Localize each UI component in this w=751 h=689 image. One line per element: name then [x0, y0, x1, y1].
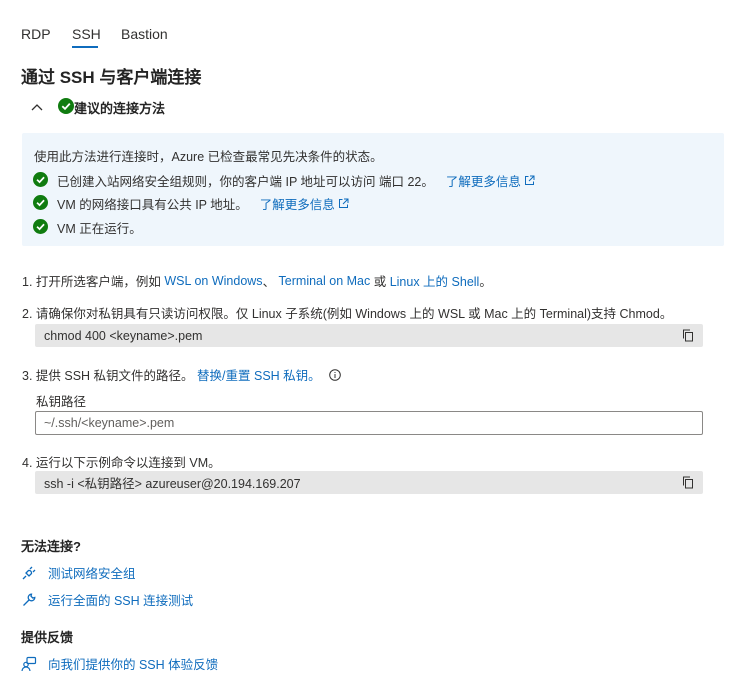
check-item-public-ip: VM 的网络接口具有公共 IP 地址。 了解更多信息: [33, 194, 349, 213]
copy-icon[interactable]: [682, 329, 695, 342]
feedback-heading: 提供反馈: [21, 630, 74, 645]
success-check-icon: [58, 97, 74, 117]
ssh-command-box: ssh -i <私钥路径> azureuser@20.194.169.207: [35, 471, 703, 494]
separator: 或: [370, 275, 390, 289]
feedback-person-icon: [21, 656, 37, 672]
tab-ssh[interactable]: SSH: [72, 26, 101, 42]
step-2: 2. 请确保你对私钥具有只读访问权限。仅 Linux 子系统(例如 Window…: [22, 307, 673, 321]
terminal-on-mac-link[interactable]: Terminal on Mac: [279, 274, 371, 288]
linux-shell-link[interactable]: Linux 上的 Shell: [390, 271, 480, 290]
success-check-icon: [33, 194, 48, 213]
success-check-icon: [33, 218, 48, 237]
external-link-icon: [524, 175, 535, 185]
learn-more-link[interactable]: 了解更多信息: [260, 194, 349, 213]
private-key-path-input[interactable]: [35, 411, 703, 435]
tab-bastion[interactable]: Bastion: [121, 26, 168, 42]
separator: 、: [262, 275, 279, 289]
expander-label: 建议的连接方法: [74, 100, 166, 116]
check-item-nsg: 已创建入站网络安全组规则，你的客户端 IP 地址可以访问 端口 22。 了解更多…: [33, 171, 535, 190]
wsl-on-windows-link[interactable]: WSL on Windows: [164, 274, 262, 288]
run-ssh-test-label: 运行全面的 SSH 连接测试: [48, 594, 194, 608]
cannot-connect-heading: 无法连接?: [21, 539, 81, 554]
tab-rdp[interactable]: RDP: [21, 26, 51, 42]
wrench-icon: [21, 592, 37, 608]
step-1: 1. 打开所选客户端，例如 WSL on Windows 、 Terminal …: [22, 271, 492, 290]
chmod-command-box: chmod 400 <keyname>.pem: [35, 324, 703, 347]
check-item-vm-running: VM 正在运行。: [33, 218, 142, 237]
tab-bar: RDP SSH Bastion: [0, 0, 751, 50]
recommended-method-expander[interactable]: 建议的连接方法: [30, 96, 165, 118]
step-text: 3. 提供 SSH 私钥文件的路径。: [22, 369, 198, 383]
chmod-command: chmod 400 <keyname>.pem: [44, 328, 203, 343]
learn-more-label: 了解更多信息: [259, 198, 335, 212]
learn-more-link[interactable]: 了解更多信息: [446, 171, 535, 190]
check-text: VM 正在运行。: [57, 222, 142, 236]
step-4: 4. 运行以下示例命令以连接到 VM。: [22, 456, 221, 470]
ssh-feedback-label: 向我们提供你的 SSH 体验反馈: [48, 658, 219, 672]
ssh-command: ssh -i <私钥路径> azureuser@20.194.169.207: [44, 477, 301, 491]
page-title: 通过 SSH 与客户端连接: [21, 68, 202, 87]
learn-more-label: 了解更多信息: [445, 175, 521, 189]
active-tab-indicator: [72, 46, 98, 48]
private-key-path-label: 私钥路径: [36, 395, 87, 409]
external-link-icon: [338, 198, 349, 208]
step-3: 3. 提供 SSH 私钥文件的路径。 替换/重置 SSH 私钥。: [22, 365, 341, 384]
success-check-icon: [33, 171, 48, 190]
run-ssh-test-link[interactable]: 运行全面的 SSH 连接测试: [21, 590, 193, 609]
prerequisite-status-box: 使用此方法进行连接时，Azure 已检查最常见先决条件的状态。 已创建入站网络安…: [22, 133, 724, 246]
step-suffix: 。: [479, 275, 492, 289]
test-nsg-label: 测试网络安全组: [48, 567, 136, 581]
check-text: VM 的网络接口具有公共 IP 地址。: [57, 198, 248, 212]
check-text: 已创建入站网络安全组规则，你的客户端 IP 地址可以访问 端口 22。: [57, 175, 434, 189]
copy-icon[interactable]: [682, 476, 695, 489]
step-text: 1. 打开所选客户端，例如: [22, 275, 165, 289]
plug-icon: [21, 565, 37, 581]
replace-reset-key-link[interactable]: 替换/重置 SSH 私钥。: [197, 365, 321, 384]
test-nsg-link[interactable]: 测试网络安全组: [21, 563, 136, 582]
ssh-feedback-link[interactable]: 向我们提供你的 SSH 体验反馈: [21, 654, 218, 673]
chevron-up-icon: [30, 100, 44, 114]
info-icon[interactable]: [328, 368, 341, 381]
status-intro: 使用此方法进行连接时，Azure 已检查最常见先决条件的状态。: [34, 150, 383, 164]
